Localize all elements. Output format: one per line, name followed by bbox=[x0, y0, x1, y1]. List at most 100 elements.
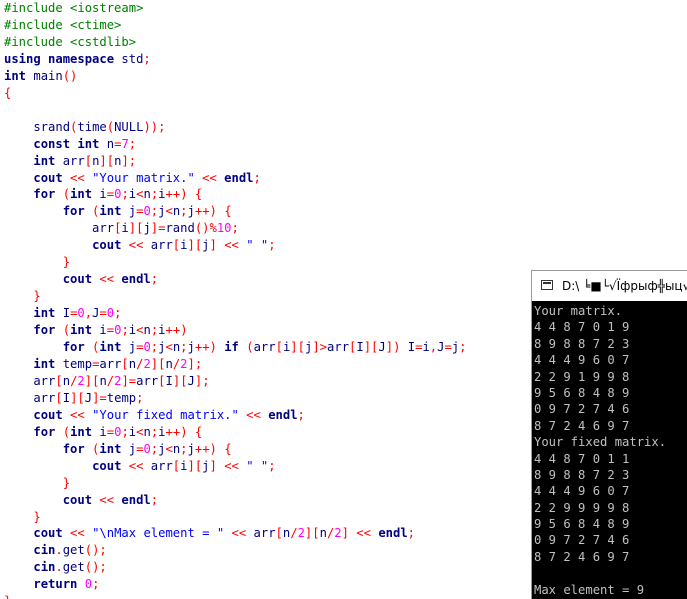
code-token: i bbox=[158, 424, 166, 439]
code-token: j bbox=[143, 221, 151, 236]
code-token: #include <ctime> bbox=[4, 17, 122, 32]
code-line: } bbox=[4, 593, 11, 599]
code-token: << bbox=[224, 526, 254, 541]
code-line: cout << endl; bbox=[4, 271, 158, 288]
code-token: = bbox=[106, 424, 115, 439]
code-token: int bbox=[70, 187, 93, 202]
code-token: ][ bbox=[187, 238, 203, 253]
code-token: i bbox=[422, 340, 430, 354]
console-title-bar[interactable]: D:\ ╘■└√Їфрыф╬ыц√ры bbox=[532, 271, 687, 301]
code-token: ; bbox=[253, 170, 261, 185]
code-token: ( bbox=[106, 119, 115, 134]
code-token: ]= bbox=[150, 221, 166, 236]
code-token: ]; bbox=[187, 356, 203, 371]
code-token: cout bbox=[92, 458, 122, 473]
code-token: ; bbox=[407, 526, 416, 541]
code-token: for bbox=[62, 340, 85, 354]
code-token: ]= bbox=[121, 373, 137, 388]
code-token: 10 bbox=[216, 221, 232, 236]
code-line: for (int i=0;i<n;i++) bbox=[4, 322, 187, 339]
code-token: j bbox=[187, 441, 195, 456]
code-token: ++) { bbox=[194, 204, 232, 219]
code-token: ]; bbox=[194, 373, 210, 388]
code-token: get bbox=[62, 560, 85, 575]
code-token: ] << bbox=[209, 238, 247, 253]
code-token: n bbox=[143, 424, 151, 439]
code-token: [ bbox=[275, 526, 283, 541]
console-window[interactable]: D:\ ╘■└√Їфрыф╬ыц√ры Your matrix. 4 4 8 7 … bbox=[531, 270, 687, 599]
code-token: ; bbox=[121, 323, 129, 338]
code-token: (); bbox=[84, 543, 107, 558]
code-token: . bbox=[55, 560, 63, 575]
code-token: ]> bbox=[312, 340, 328, 354]
code-token: << bbox=[194, 170, 225, 185]
code-token: I bbox=[62, 390, 71, 405]
code-token: arr bbox=[150, 238, 173, 253]
code-token: ] << bbox=[209, 458, 247, 473]
code-token: n bbox=[165, 356, 173, 371]
code-token: "Your matrix." bbox=[92, 170, 195, 185]
code-token: = bbox=[106, 323, 115, 338]
code-token: ][ bbox=[150, 356, 166, 371]
code-line: cout << "Your fixed matrix." << endl; bbox=[4, 407, 305, 424]
code-token: endl bbox=[268, 407, 298, 422]
code-token: ++) { bbox=[165, 424, 203, 439]
code-token: ; bbox=[180, 204, 188, 219]
code-token: j bbox=[202, 458, 210, 473]
code-token: 2 bbox=[180, 356, 188, 371]
code-token: if bbox=[224, 340, 239, 354]
code-token: get bbox=[62, 543, 85, 558]
console-output-line: 0 9 7 2 7 4 6 bbox=[534, 402, 630, 417]
code-token: NULL bbox=[114, 119, 144, 134]
code-token: 7 bbox=[121, 136, 129, 151]
code-token: ; bbox=[297, 407, 305, 422]
code-token: << bbox=[238, 407, 269, 422]
code-token: cin bbox=[33, 543, 56, 558]
console-output-line: 9 5 6 8 4 8 9 bbox=[534, 385, 630, 400]
code-token: arr bbox=[327, 340, 350, 354]
code-token: ; bbox=[121, 187, 129, 202]
code-token: ] << bbox=[341, 526, 379, 541]
code-token: << bbox=[121, 458, 151, 473]
code-token: } bbox=[4, 475, 71, 490]
code-token: arr bbox=[136, 373, 159, 388]
code-token: n bbox=[99, 373, 107, 388]
code-token: [ bbox=[158, 373, 166, 388]
code-token: arr bbox=[4, 221, 115, 236]
code-token: ][ bbox=[304, 526, 320, 541]
code-token: ++) { bbox=[165, 187, 203, 202]
code-token: ; bbox=[231, 221, 239, 236]
console-output-line: Max element = 9 bbox=[534, 582, 645, 597]
code-token: time bbox=[77, 119, 107, 134]
code-token: cin bbox=[33, 560, 56, 575]
code-token: ++) bbox=[194, 340, 225, 354]
code-token: << bbox=[62, 407, 93, 422]
code-token: } bbox=[4, 255, 71, 270]
code-token: ]; bbox=[121, 153, 137, 168]
code-token: #include <iostream> bbox=[4, 1, 144, 15]
code-token: . bbox=[55, 543, 63, 558]
code-token: ()% bbox=[194, 221, 217, 236]
code-line: cin.get(); bbox=[4, 542, 107, 559]
code-token: ( bbox=[55, 424, 71, 439]
code-token: i bbox=[121, 221, 129, 236]
code-token: i bbox=[92, 323, 107, 338]
code-token: j bbox=[187, 204, 195, 219]
code-token: { bbox=[4, 85, 12, 100]
code-token: n bbox=[319, 526, 327, 541]
console-output-line: Your matrix. bbox=[534, 304, 623, 318]
code-token: < bbox=[165, 340, 173, 354]
code-line: cin.get(); bbox=[4, 559, 106, 576]
code-token: ; bbox=[114, 306, 122, 321]
code-token: ][ bbox=[128, 221, 144, 236]
console-output-line: 0 9 7 2 7 4 6 bbox=[534, 533, 630, 548]
